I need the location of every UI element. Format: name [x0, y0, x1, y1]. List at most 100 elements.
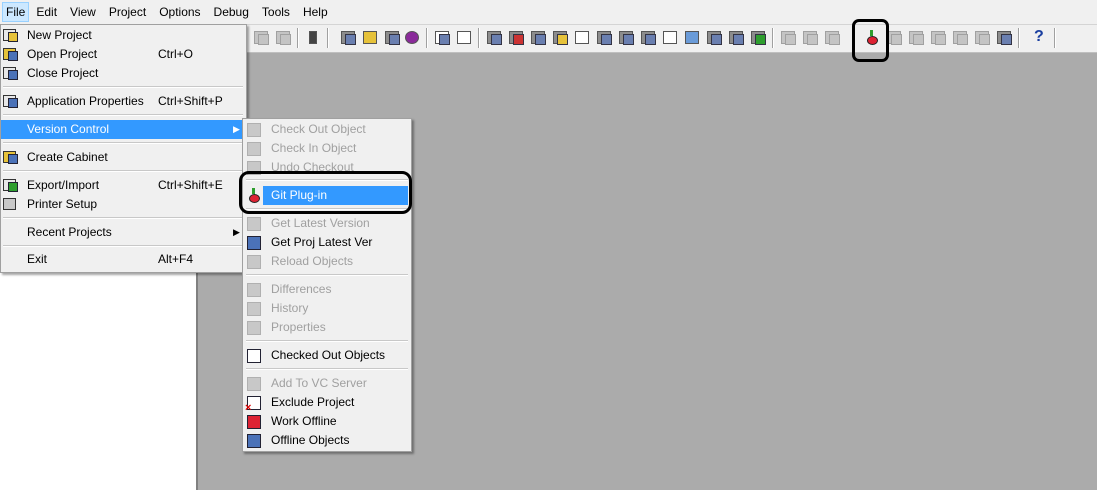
menu-separator	[3, 142, 243, 144]
file-menu-exit[interactable]: Exit Alt+F4	[1, 250, 246, 269]
toolbar-button[interactable]	[930, 29, 946, 45]
open-folder-icon	[3, 47, 18, 61]
form-icon[interactable]	[508, 29, 524, 45]
record-icon[interactable]	[404, 29, 420, 45]
toolbar-button[interactable]	[908, 29, 924, 45]
menu-separator	[246, 368, 408, 370]
vc-work-offline[interactable]: Work Offline	[243, 412, 411, 431]
export-import-icon	[3, 178, 18, 192]
add-to-server-icon	[246, 376, 261, 391]
file-menu-version-control[interactable]: Version Control ▶	[1, 120, 246, 139]
work-offline-icon	[246, 414, 261, 429]
submenu-arrow-icon: ▶	[233, 227, 240, 237]
file-menu-export-import[interactable]: Export/Import Ctrl+Shift+E	[1, 176, 246, 195]
checked-out-objects-icon	[246, 348, 261, 363]
menu-project[interactable]: Project	[103, 2, 152, 22]
tree-icon[interactable]	[340, 29, 356, 45]
menu-separator	[3, 114, 243, 116]
form-icon[interactable]	[596, 29, 612, 45]
check-in-icon	[246, 141, 261, 156]
offline-objects-icon	[246, 433, 261, 448]
vc-add-to-vc-server[interactable]: Add To VC Server	[243, 374, 411, 393]
menu-separator	[3, 245, 243, 247]
toolbar-separator	[1054, 28, 1056, 48]
menu-tools[interactable]: Tools	[256, 2, 296, 22]
properties-icon	[3, 94, 18, 108]
file-menu-open-project[interactable]: Open Project Ctrl+O	[1, 45, 246, 64]
menu-separator	[3, 170, 243, 172]
git-plugin-menu-callout	[239, 171, 412, 214]
toolbar-button[interactable]	[996, 29, 1012, 45]
toolbar-separator	[297, 28, 299, 48]
vc-check-out-object[interactable]: Check Out Object	[243, 120, 411, 139]
get-latest-icon	[246, 216, 261, 231]
form-icon[interactable]	[750, 29, 766, 45]
form-icon[interactable]	[728, 29, 744, 45]
object-icon[interactable]	[384, 29, 400, 45]
menu-edit[interactable]: Edit	[30, 2, 63, 22]
vc-reload-objects[interactable]: Reload Objects	[243, 252, 411, 271]
file-menu-close-project[interactable]: Close Project	[1, 64, 246, 83]
vc-exclude-project[interactable]: × Exclude Project	[243, 393, 411, 414]
wand-icon[interactable]	[362, 29, 378, 45]
form-icon[interactable]	[618, 29, 634, 45]
file-menu-printer-setup[interactable]: Printer Setup	[1, 195, 246, 214]
properties-icon	[246, 320, 261, 335]
submenu-arrow-icon: ▶	[233, 124, 240, 134]
vc-get-latest-version[interactable]: Get Latest Version	[243, 214, 411, 233]
toolbar-separator	[772, 28, 774, 48]
file-menu-new-project[interactable]: New Project	[1, 26, 246, 45]
toolbar-separator	[426, 28, 428, 48]
git-plugin-toolbar-callout	[852, 19, 889, 62]
toolbar-button[interactable]	[253, 29, 269, 45]
toolbar-button[interactable]	[824, 29, 840, 45]
help-icon[interactable]: ?	[1034, 28, 1044, 46]
menu-view[interactable]: View	[64, 2, 102, 22]
toolbar-button[interactable]	[802, 29, 818, 45]
vc-history[interactable]: History	[243, 299, 411, 318]
toolbar-button[interactable]	[275, 29, 291, 45]
form-icon[interactable]	[662, 29, 678, 45]
menu-separator	[3, 217, 243, 219]
menu-debug[interactable]: Debug	[208, 2, 255, 22]
vc-check-in-object[interactable]: Check In Object	[243, 139, 411, 158]
form-icon[interactable]	[486, 29, 502, 45]
vc-offline-objects[interactable]: Offline Objects	[243, 431, 411, 450]
menu-separator	[246, 340, 408, 342]
puzzle-icon[interactable]	[684, 29, 700, 45]
version-control-submenu: Check Out Object Check In Object Undo Ch…	[242, 118, 412, 452]
form-icon[interactable]	[574, 29, 590, 45]
printer-icon	[3, 197, 17, 210]
toolbar-button[interactable]	[974, 29, 990, 45]
file-menu-recent-projects[interactable]: Recent Projects ▶	[1, 223, 246, 242]
menu-bar: File Edit View Project Options Debug Too…	[0, 0, 1097, 25]
toolbar-left	[245, 25, 340, 53]
toolbar-separator	[327, 28, 329, 48]
differences-icon	[246, 282, 261, 297]
history-icon	[246, 301, 261, 316]
form-icon[interactable]	[640, 29, 656, 45]
phone-icon[interactable]	[305, 29, 321, 45]
search-object-icon[interactable]	[434, 29, 450, 45]
menu-file[interactable]: File	[2, 2, 30, 22]
file-menu-application-properties[interactable]: Application Properties Ctrl+Shift+P	[1, 92, 246, 111]
form-icon[interactable]	[552, 29, 568, 45]
toolbar-separator	[1018, 28, 1020, 48]
list-icon[interactable]	[456, 29, 472, 45]
vc-checked-out-objects[interactable]: Checked Out Objects	[243, 346, 411, 365]
menu-help[interactable]: Help	[297, 2, 334, 22]
new-project-icon	[3, 28, 18, 42]
close-project-icon	[3, 66, 18, 80]
vc-properties[interactable]: Properties	[243, 318, 411, 337]
reload-icon	[246, 254, 261, 269]
toolbar-button[interactable]	[952, 29, 968, 45]
vc-differences[interactable]: Differences	[243, 280, 411, 299]
toolbar-button[interactable]	[780, 29, 796, 45]
form-icon[interactable]	[706, 29, 722, 45]
form-icon[interactable]	[530, 29, 546, 45]
menu-options[interactable]: Options	[153, 2, 206, 22]
file-menu: New Project Open Project Ctrl+O Close Pr…	[0, 24, 247, 273]
file-menu-create-cabinet[interactable]: Create Cabinet	[1, 148, 246, 167]
toolbar: ?	[340, 25, 1097, 53]
vc-get-proj-latest-ver[interactable]: Get Proj Latest Ver	[243, 233, 411, 252]
